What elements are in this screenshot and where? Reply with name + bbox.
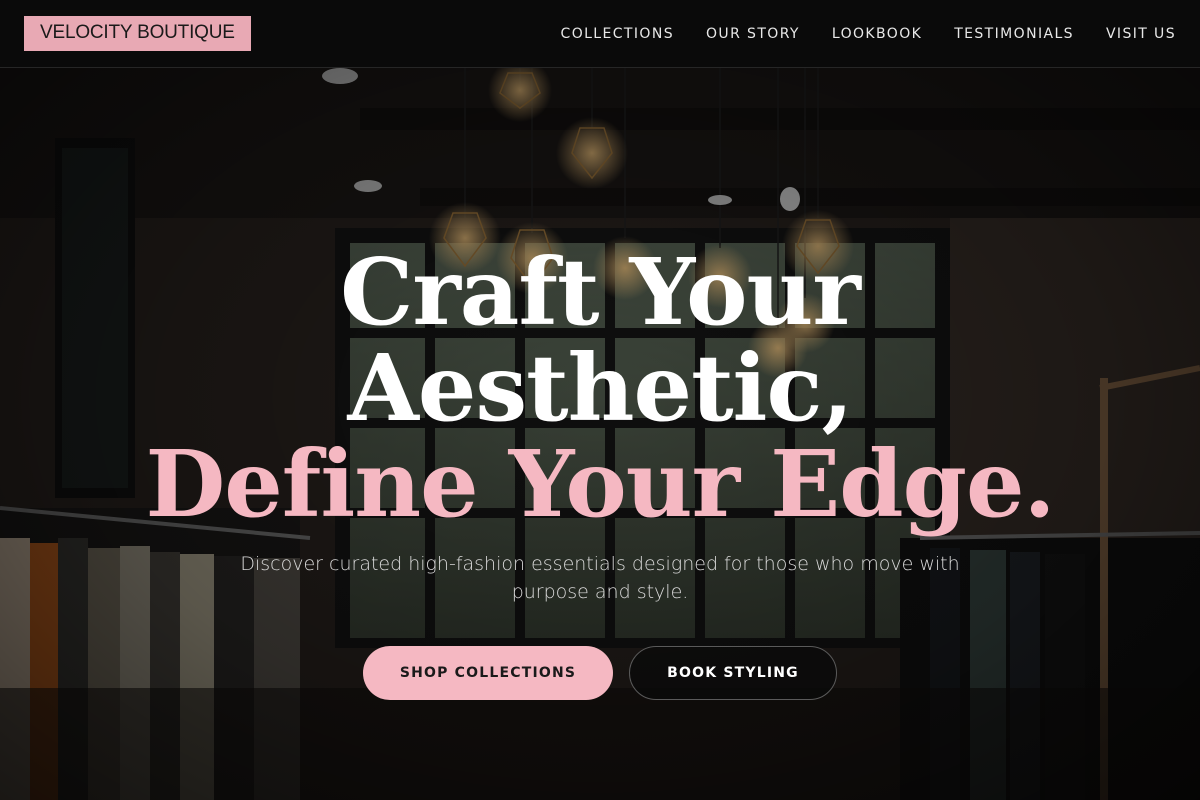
- hero-subtitle: Discover curated high-fashion essentials…: [240, 553, 960, 603]
- nav-link-testimonials[interactable]: TESTIMONIALS: [954, 26, 1074, 42]
- shop-collections-button[interactable]: SHOP COLLECTIONS: [363, 646, 613, 700]
- headline-text-define-your-edge: Define Your Edge.: [145, 430, 1055, 538]
- headline-text-aesthetic: Aesthetic,: [347, 334, 853, 442]
- nav-link-our-story[interactable]: OUR STORY: [706, 26, 800, 42]
- site-header: VELOCITY BOUTIQUE COLLECTIONS OUR STORY …: [0, 0, 1200, 68]
- nav-link-visit-us[interactable]: VISIT US: [1106, 26, 1176, 42]
- nav-link-collections[interactable]: COLLECTIONS: [561, 26, 674, 42]
- brand-logo[interactable]: VELOCITY BOUTIQUE: [24, 16, 251, 51]
- hero-section: Craft Your Aesthetic, Define Your Edge. …: [0, 68, 1200, 800]
- headline-line-3: Define Your Edge.: [0, 436, 1200, 532]
- headline-line-2: Aesthetic,: [0, 340, 1200, 436]
- book-styling-button[interactable]: BOOK STYLING: [629, 646, 837, 700]
- headline-line-1: Craft Your: [0, 244, 1200, 340]
- nav-link-lookbook[interactable]: LOOKBOOK: [832, 26, 922, 42]
- main-nav: COLLECTIONS OUR STORY LOOKBOOK TESTIMONI…: [529, 26, 1176, 42]
- headline-text-craft-your: Craft Your: [340, 238, 861, 346]
